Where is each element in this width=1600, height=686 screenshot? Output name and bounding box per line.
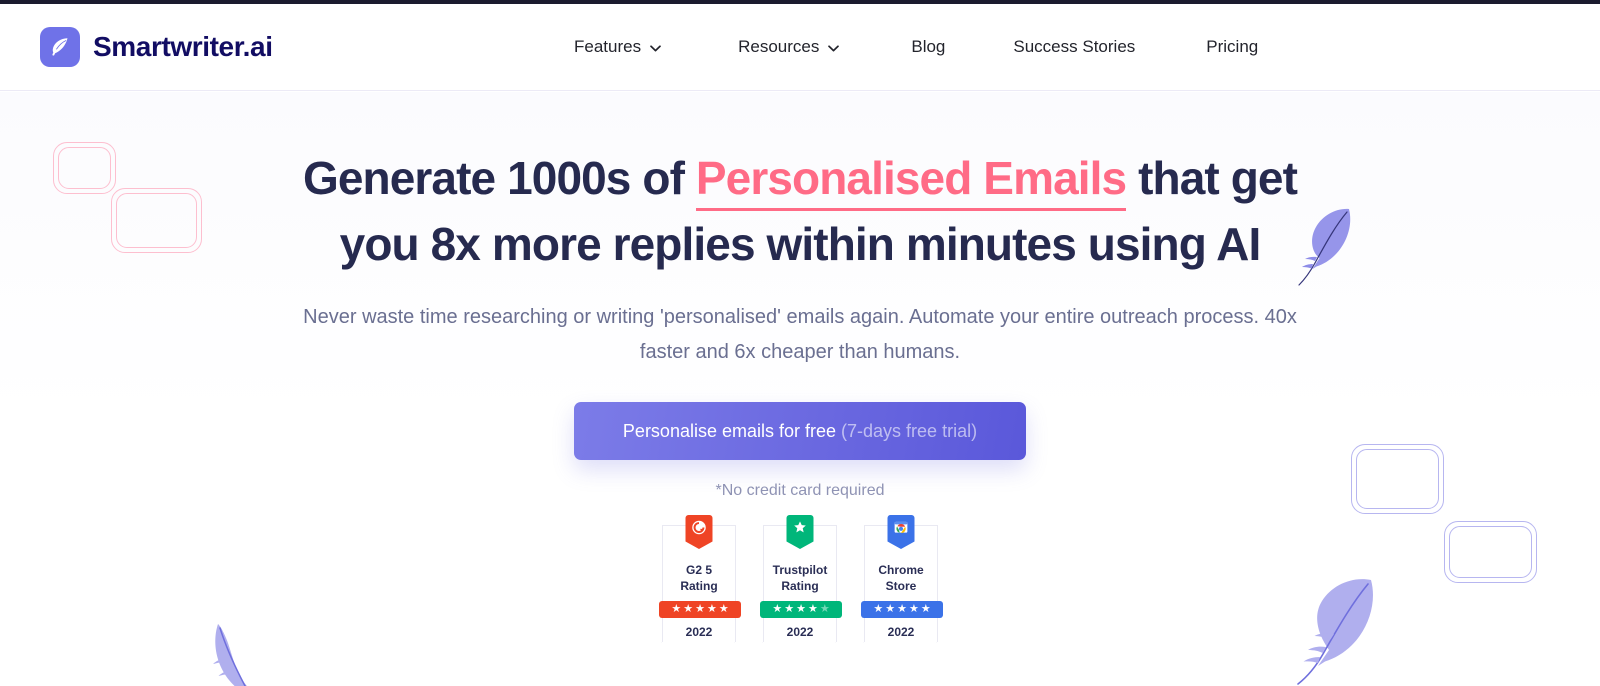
nav-item-resources[interactable]: Resources	[738, 37, 840, 57]
badge-trustpilot-title-line1: Trustpilot	[772, 563, 828, 577]
headline-line-2: you 8x more replies within minutes using…	[339, 218, 1262, 270]
badge-trustpilot-title: Trustpilot Rating	[764, 562, 836, 594]
badge-g2-year: 2022	[685, 625, 713, 639]
headline-part-1: Generate 1000s of	[302, 152, 696, 204]
brand-name: Smartwriter.ai	[93, 31, 273, 62]
badge-g2-tail	[661, 642, 735, 664]
hero-cta-wrapper: Personalise emails for free (7-days free…	[0, 402, 1600, 460]
badge-chrome-store-title-line2: Store	[885, 579, 917, 593]
nav-item-features[interactable]: Features	[574, 37, 661, 57]
badge-trustpilot[interactable]: Trustpilot Rating ★ ★ ★ ★ ★ 2022	[760, 515, 842, 664]
hero-content: Generate 1000s of Personalised Emails th…	[0, 145, 1600, 664]
nav-item-success-stories[interactable]: Success Stories	[1013, 37, 1135, 57]
feather-quill-icon	[40, 27, 80, 67]
badge-chrome-store-title: Chrome Store	[865, 562, 937, 594]
chevron-down-icon	[650, 44, 661, 52]
hero-section: Generate 1000s of Personalised Emails th…	[0, 92, 1600, 686]
badge-trustpilot-tail	[762, 642, 836, 664]
chrome-web-store-icon	[887, 515, 915, 549]
main-navigation: Features Resources Blog Success Stories …	[574, 37, 1258, 57]
badge-g2-title: G2 5 Rating	[663, 562, 735, 594]
badge-chrome-store-tail	[863, 642, 937, 664]
nav-item-pricing-label: Pricing	[1206, 37, 1259, 56]
headline-part-2: that get	[1126, 152, 1298, 204]
badge-trustpilot-year: 2022	[786, 625, 814, 639]
badge-trustpilot-stars: ★ ★ ★ ★ ★	[760, 601, 842, 618]
landing-page: Smartwriter.ai Features Resources Blog S…	[0, 0, 1600, 686]
nav-item-features-label: Features	[574, 37, 642, 56]
nav-item-success-stories-label: Success Stories	[1013, 37, 1136, 56]
no-credit-card-note: *No credit card required	[715, 482, 885, 499]
personalise-emails-cta-button[interactable]: Personalise emails for free (7-days free…	[574, 402, 1026, 460]
badge-chrome-store[interactable]: Chrome Store ★ ★ ★ ★ ★ 2022	[861, 515, 943, 664]
brand-logo-link[interactable]: Smartwriter.ai	[40, 27, 273, 67]
nav-item-blog-label: Blog	[911, 37, 946, 56]
badge-trustpilot-title-line2: Rating	[781, 579, 819, 593]
hero-headline: Generate 1000s of Personalised Emails th…	[0, 145, 1600, 277]
hero-subheadline: Never waste time researching or writing …	[303, 306, 1297, 363]
chevron-down-icon	[828, 44, 840, 52]
badge-g2-stars: ★ ★ ★ ★ ★	[659, 601, 741, 618]
badge-chrome-store-title-line1: Chrome	[878, 563, 924, 577]
cta-primary-label: Personalise emails for free	[622, 421, 837, 441]
site-header: Smartwriter.ai Features Resources Blog S…	[0, 4, 1600, 91]
nav-item-resources-label: Resources	[738, 37, 820, 56]
badge-g2-title-line2: Rating	[680, 579, 718, 593]
badge-g2-title-line1: G2 5	[685, 563, 712, 577]
badge-g2[interactable]: G2 5 Rating ★ ★ ★ ★ ★ 2022	[659, 515, 741, 664]
nav-item-blog[interactable]: Blog	[911, 37, 945, 57]
trust-badges-row: G2 5 Rating ★ ★ ★ ★ ★ 2022 Trustpilot Ra…	[0, 515, 1600, 664]
cta-secondary-label: (7-days free trial)	[841, 421, 978, 441]
badge-chrome-store-year: 2022	[887, 625, 915, 639]
headline-accent: Personalised Emails	[695, 152, 1127, 211]
g2-logo-icon	[685, 515, 713, 549]
nav-item-pricing[interactable]: Pricing	[1206, 37, 1258, 57]
trustpilot-star-icon	[786, 515, 814, 549]
badge-chrome-store-stars: ★ ★ ★ ★ ★	[861, 601, 943, 618]
